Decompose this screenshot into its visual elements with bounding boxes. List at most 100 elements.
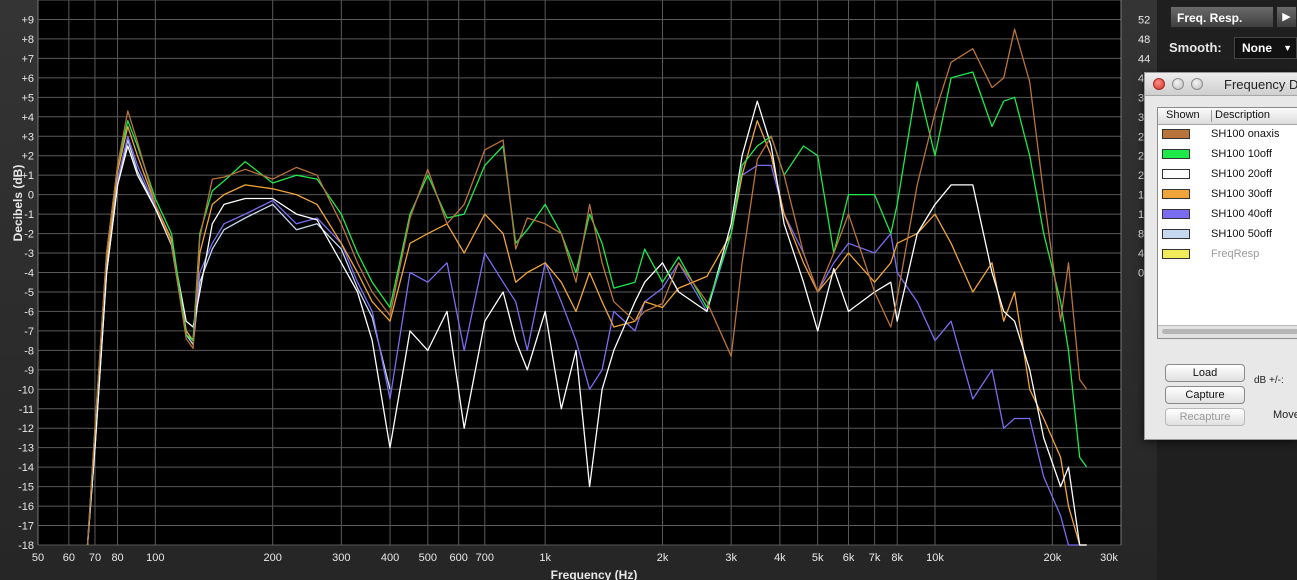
color-swatch[interactable]: [1162, 129, 1190, 139]
color-swatch[interactable]: [1162, 209, 1190, 219]
move-label: Move: [1273, 409, 1297, 421]
x-tick-label: 10k: [926, 552, 944, 564]
list-item[interactable]: SH100 20off: [1158, 165, 1297, 185]
x-tick-label: 500: [419, 552, 437, 564]
frequency-response-chart[interactable]: +9+8+7+6+5+4+3+2+10-1-2-3-4-5-6-7-8-9-10…: [0, 0, 1157, 580]
x-tick-label: 200: [264, 552, 282, 564]
x-tick-label: 4k: [774, 552, 786, 564]
header-shown[interactable]: Shown: [1166, 109, 1200, 121]
x-tick-label: 300: [332, 552, 350, 564]
x-tick-label: 100: [146, 552, 164, 564]
horizontal-scrollbar[interactable]: [1158, 325, 1297, 338]
freq-resp-button[interactable]: Freq. Resp.: [1170, 6, 1274, 28]
x-tick-label: 6k: [843, 552, 855, 564]
triangle-right-icon[interactable]: ▶: [1276, 6, 1297, 28]
y-tick-label: -8: [24, 345, 34, 357]
x-tick-label: 2k: [657, 552, 669, 564]
y-tick-label: -2: [24, 229, 34, 241]
y-tick-label: +8: [21, 34, 34, 46]
x-tick-label: 20k: [1043, 552, 1061, 564]
x-tick-label: 80: [111, 552, 123, 564]
y-tick-label: -5: [24, 287, 34, 299]
y-tick-label: -4: [24, 268, 34, 280]
dialog-titlebar[interactable]: Frequency D: [1145, 73, 1297, 96]
y-tick-label: -6: [24, 306, 34, 318]
y-tick-label: -14: [18, 462, 34, 474]
x-tick-label: 60: [63, 552, 75, 564]
y-axis-ticks: +9+8+7+6+5+4+3+2+10-1-2-3-4-5-6-7-8-9-10…: [18, 14, 34, 552]
list-item[interactable]: SH100 40off: [1158, 205, 1297, 225]
x-tick-label: 5k: [812, 552, 824, 564]
y-tick-label: -7: [24, 326, 34, 338]
dialog-title: Frequency D: [1224, 77, 1297, 92]
y-tick-label: -16: [18, 501, 34, 513]
smooth-select[interactable]: None ▼: [1234, 37, 1297, 59]
x-tick-label: 3k: [725, 552, 737, 564]
color-swatch[interactable]: [1162, 249, 1190, 259]
y-tick-label: +4: [21, 112, 34, 124]
x-tick-label: 30k: [1100, 552, 1118, 564]
scrollbar-thumb[interactable]: [1162, 329, 1297, 334]
y-tick-label: +3: [21, 131, 34, 143]
x-tick-label: 600: [450, 552, 468, 564]
y-tick-label: -17: [18, 521, 34, 533]
x-tick-label: 70: [89, 552, 101, 564]
y-tick-label: -11: [19, 404, 34, 416]
y-tick-label: 0: [28, 190, 34, 202]
y-tick-label: -9: [24, 365, 34, 377]
zoom-icon[interactable]: [1191, 78, 1203, 90]
color-swatch[interactable]: [1162, 229, 1190, 239]
color-swatch[interactable]: [1162, 149, 1190, 159]
y-tick-label: +2: [21, 151, 34, 163]
y-tick-label: +9: [21, 14, 34, 26]
smooth-value: None: [1242, 41, 1272, 55]
capture-button[interactable]: Capture: [1165, 386, 1245, 404]
list-header: Shown Description: [1158, 108, 1297, 125]
x-tick-label: 8k: [891, 552, 903, 564]
y-tick-label: -3: [24, 248, 34, 260]
y-axis-title: Decibels (dB): [11, 165, 25, 242]
series-label: SH100 40off: [1211, 208, 1272, 220]
right-tick-label: 44: [1138, 53, 1150, 65]
color-swatch[interactable]: [1162, 169, 1190, 179]
right-tick-label: 48: [1138, 34, 1150, 46]
x-axis-title: Frequency (Hz): [551, 568, 638, 580]
x-tick-label: 50: [32, 552, 44, 564]
y-tick-label: -1: [24, 209, 34, 221]
x-tick-label: 700: [476, 552, 494, 564]
list-item[interactable]: SH100 10off: [1158, 145, 1297, 165]
color-swatch[interactable]: [1162, 189, 1190, 199]
series-label: SH100 50off: [1211, 228, 1272, 240]
x-axis-ticks: 50 60 70 80 100 200 300 400 500 600 700 1k 2k 3k 4k 5k 6…: [32, 552, 1118, 564]
series-label: SH100 10off: [1211, 148, 1272, 160]
y-tick-label: -10: [18, 384, 34, 396]
list-item[interactable]: SH100 50off: [1158, 225, 1297, 245]
list-item[interactable]: FreqResp: [1158, 245, 1297, 265]
series-label: SH100 30off: [1211, 188, 1272, 200]
recapture-button[interactable]: Recapture: [1165, 408, 1245, 426]
load-button[interactable]: Load: [1165, 364, 1245, 382]
y-tick-label: +6: [21, 73, 34, 85]
series-label: SH100 20off: [1211, 168, 1272, 180]
y-tick-label: -15: [18, 482, 34, 494]
list-item[interactable]: SH100 30off: [1158, 185, 1297, 205]
y-tick-label: -12: [18, 423, 34, 435]
series-label: SH100 onaxis: [1211, 128, 1280, 140]
chevron-down-icon: ▼: [1283, 43, 1292, 53]
list-item[interactable]: SH100 onaxis: [1158, 125, 1297, 145]
x-tick-label: 7k: [869, 552, 881, 564]
series-list: Shown Description SH100 onaxis SH100 10of…: [1157, 107, 1297, 339]
minimize-icon[interactable]: [1172, 78, 1184, 90]
header-description[interactable]: Description: [1215, 109, 1270, 121]
series-label: FreqResp: [1211, 248, 1260, 260]
frequency-dialog: Frequency D Shown Description SH100 onax…: [1144, 72, 1297, 440]
smooth-label: Smooth:: [1169, 40, 1222, 55]
x-tick-label: 1k: [539, 552, 551, 564]
right-tick-label: 52: [1138, 14, 1150, 26]
y-tick-label: -13: [18, 443, 34, 455]
header-divider: [1211, 110, 1212, 122]
x-tick-label: 400: [381, 552, 399, 564]
y-tick-label: +7: [21, 53, 34, 65]
db-plus-minus-label: dB +/-:: [1254, 375, 1284, 386]
close-icon[interactable]: [1153, 78, 1165, 90]
